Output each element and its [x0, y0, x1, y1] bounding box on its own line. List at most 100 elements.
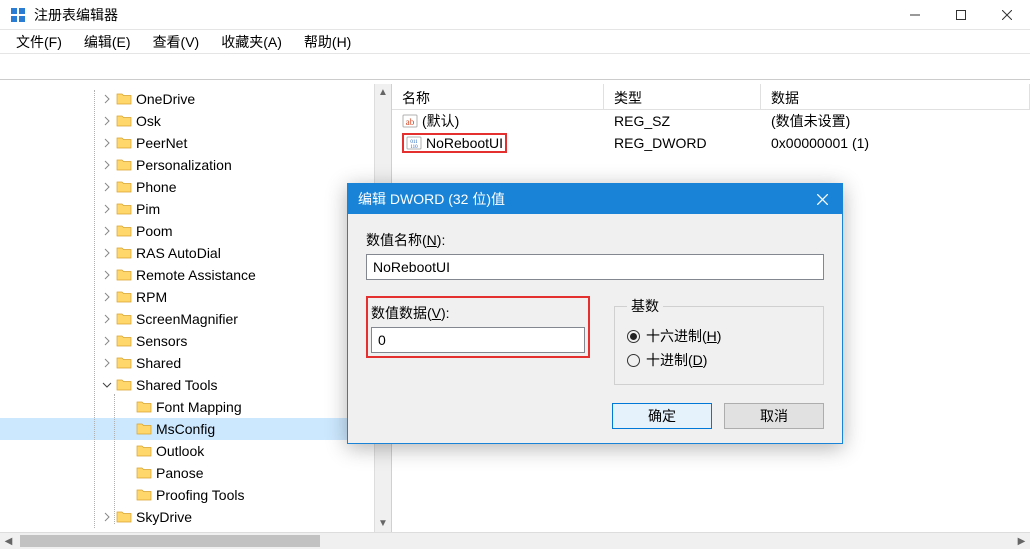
tree-item-label: OneDrive: [136, 91, 195, 107]
chevron-right-icon[interactable]: [100, 246, 114, 260]
close-button[interactable]: [984, 0, 1030, 30]
address-bar-strip: [0, 54, 1030, 80]
tree-item[interactable]: Phone: [0, 176, 391, 198]
scroll-up-icon[interactable]: ▲: [375, 84, 391, 101]
folder-icon: [116, 113, 132, 129]
chevron-right-icon[interactable]: [100, 180, 114, 194]
titlebar: 注册表编辑器: [0, 0, 1030, 30]
tree-item[interactable]: Remote Assistance: [0, 264, 391, 286]
value-name-field[interactable]: [366, 254, 824, 280]
tree-item[interactable]: MsConfig: [0, 418, 391, 440]
chevron-right-icon[interactable]: [100, 224, 114, 238]
tree-item-label: Sensors: [136, 333, 187, 349]
value-data-label: 数值数据(V):: [371, 303, 585, 323]
scroll-right-icon[interactable]: ▶: [1013, 533, 1030, 549]
chevron-right-icon[interactable]: [100, 92, 114, 106]
tree-item[interactable]: Pim: [0, 198, 391, 220]
menu-help[interactable]: 帮助(H): [294, 30, 361, 54]
base-legend: 基数: [627, 296, 663, 316]
chevron-right-icon[interactable]: [100, 114, 114, 128]
tree-connector-child: [114, 394, 115, 524]
maximize-button[interactable]: [938, 0, 984, 30]
chevron-right-icon[interactable]: [100, 356, 114, 370]
chevron-right-icon[interactable]: [120, 400, 134, 414]
menubar: 文件(F) 编辑(E) 查看(V) 收藏夹(A) 帮助(H): [0, 30, 1030, 54]
tree-item[interactable]: Proofing Tools: [0, 484, 391, 506]
menu-favorites[interactable]: 收藏夹(A): [211, 30, 292, 54]
tree-item[interactable]: Personalization: [0, 154, 391, 176]
value-data: (数值未设置): [761, 111, 1030, 131]
chevron-right-icon[interactable]: [100, 334, 114, 348]
tree-item-label: ScreenMagnifier: [136, 311, 238, 327]
chevron-right-icon[interactable]: [120, 488, 134, 502]
chevron-right-icon[interactable]: [100, 136, 114, 150]
dialog-titlebar[interactable]: 编辑 DWORD (32 位)值: [348, 184, 842, 214]
folder-icon: [136, 421, 152, 437]
cancel-button[interactable]: 取消: [724, 403, 824, 429]
folder-icon: [136, 465, 152, 481]
folder-icon: [136, 399, 152, 415]
folder-icon: [116, 179, 132, 195]
radio-hex[interactable]: 十六进制(H): [627, 326, 811, 346]
tree-item[interactable]: OneDrive: [0, 88, 391, 110]
chevron-right-icon[interactable]: [120, 444, 134, 458]
chevron-right-icon[interactable]: [100, 268, 114, 282]
tree-item-label: MsConfig: [156, 421, 215, 437]
tree-item[interactable]: Shared: [0, 352, 391, 374]
value-data-field[interactable]: [371, 327, 585, 353]
minimize-button[interactable]: [892, 0, 938, 30]
base-fieldset: 基数 十六进制(H) 十进制(D): [614, 296, 824, 385]
folder-icon: [116, 333, 132, 349]
value-name: NoRebootUI: [426, 135, 503, 151]
tree-item[interactable]: ScreenMagnifier: [0, 308, 391, 330]
chevron-right-icon[interactable]: [100, 312, 114, 326]
menu-file[interactable]: 文件(F): [6, 30, 72, 54]
chevron-right-icon[interactable]: [100, 290, 114, 304]
tree-item[interactable]: Poom: [0, 220, 391, 242]
radio-dec[interactable]: 十进制(D): [627, 350, 811, 370]
chevron-right-icon[interactable]: [100, 158, 114, 172]
folder-icon: [116, 201, 132, 217]
menu-view[interactable]: 查看(V): [143, 30, 210, 54]
folder-icon: [136, 443, 152, 459]
column-data[interactable]: 数据: [761, 84, 1030, 109]
tree-item-label: Remote Assistance: [136, 267, 256, 283]
app-icon: [10, 7, 26, 23]
value-type: REG_SZ: [604, 113, 761, 129]
column-name[interactable]: 名称: [392, 84, 604, 109]
tree-item[interactable]: RPM: [0, 286, 391, 308]
tree-item[interactable]: RAS AutoDial: [0, 242, 391, 264]
radio-icon: [627, 354, 640, 367]
tree-item-label: Phone: [136, 179, 176, 195]
radio-hex-label: 十六进制(H): [646, 326, 721, 346]
dialog-close-button[interactable]: [802, 184, 842, 214]
list-horizontal-scrollbar[interactable]: ◀ ▶: [392, 532, 1030, 549]
scroll-down-icon[interactable]: ▼: [375, 515, 391, 532]
tree-item[interactable]: PeerNet: [0, 132, 391, 154]
tree-item[interactable]: Shared Tools: [0, 374, 391, 396]
column-type[interactable]: 类型: [604, 84, 761, 109]
svg-text:ab: ab: [406, 117, 415, 127]
tree-item-label: Poom: [136, 223, 173, 239]
menu-edit[interactable]: 编辑(E): [74, 30, 141, 54]
chevron-right-icon[interactable]: [120, 466, 134, 480]
chevron-right-icon[interactable]: [100, 510, 114, 524]
chevron-right-icon[interactable]: [100, 202, 114, 216]
tree-item-label: PeerNet: [136, 135, 187, 151]
tree-item[interactable]: Sensors: [0, 330, 391, 352]
tree-item[interactable]: Font Mapping: [0, 396, 391, 418]
tree-item[interactable]: SkyDrive: [0, 506, 391, 528]
tree-item[interactable]: Panose: [0, 462, 391, 484]
list-row[interactable]: ab(默认)REG_SZ(数值未设置): [392, 110, 1030, 132]
list-header: 名称 类型 数据: [392, 84, 1030, 110]
tree-item[interactable]: Outlook: [0, 440, 391, 462]
folder-icon: [116, 157, 132, 173]
tree-item[interactable]: Osk: [0, 110, 391, 132]
ok-button[interactable]: 确定: [612, 403, 712, 429]
dialog-title: 编辑 DWORD (32 位)值: [358, 189, 802, 209]
value-data-highlight: 数值数据(V):: [366, 296, 590, 358]
list-row[interactable]: 011110NoRebootUIREG_DWORD0x00000001 (1): [392, 132, 1030, 154]
chevron-right-icon[interactable]: [120, 422, 134, 436]
svg-text:110: 110: [410, 145, 418, 150]
chevron-down-icon[interactable]: [100, 378, 114, 392]
